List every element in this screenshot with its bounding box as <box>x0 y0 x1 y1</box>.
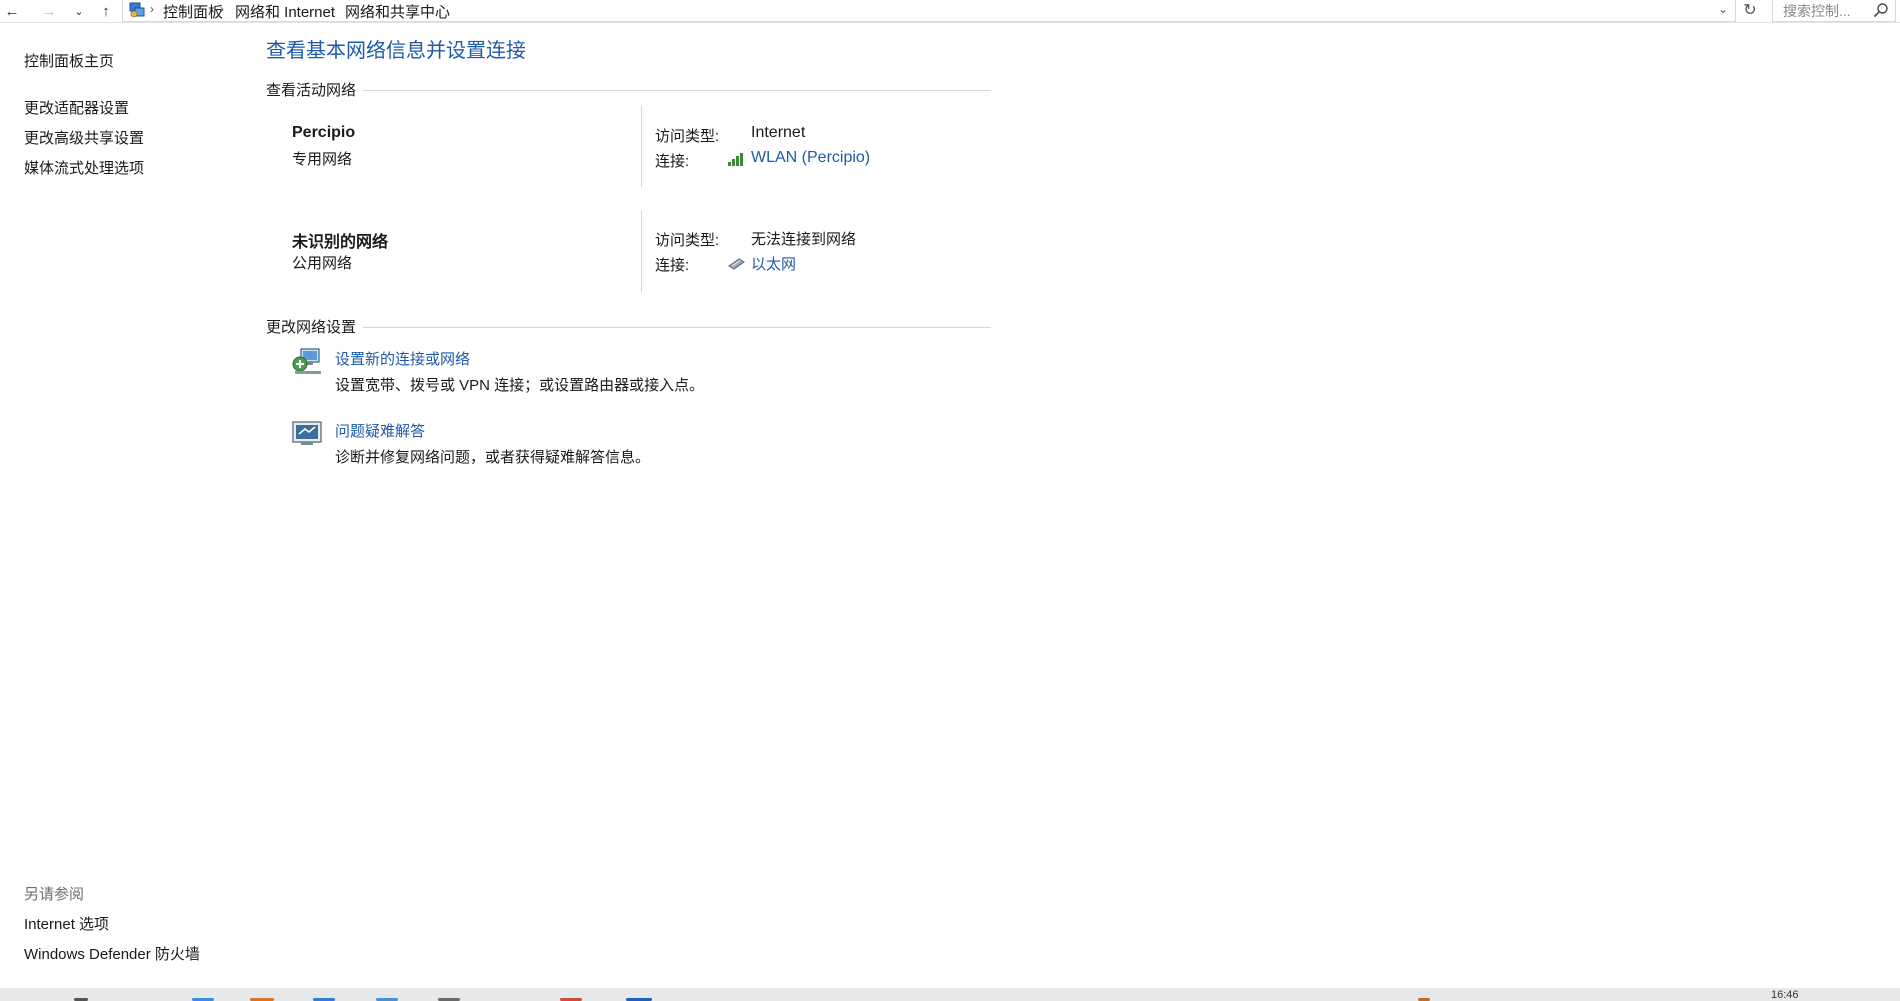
breadcrumb-network-sharing-center[interactable]: 网络和共享中心 <box>345 1 450 22</box>
change-settings-header: 更改网络设置 <box>266 319 357 336</box>
control-panel-icon <box>129 2 145 18</box>
breadcrumb-control-panel[interactable]: 控制面板 <box>163 1 223 22</box>
network-name: 未识别的网络 <box>292 234 389 251</box>
ethernet-connection-link[interactable]: 以太网 <box>751 253 796 274</box>
sidebar-item-media-streaming[interactable]: 媒体流式处理选项 <box>24 157 144 178</box>
network-category: 公用网络 <box>292 255 353 272</box>
see-also-defender-firewall[interactable]: Windows Defender 防火墙 <box>24 943 200 964</box>
up-arrow-icon[interactable]: ↑ <box>95 0 117 22</box>
breadcrumb[interactable]: › 控制面板 › 网络和 Internet › 网络和共享中心 ⌄ <box>122 0 1736 22</box>
left-pane: 控制面板主页 更改适配器设置 更改高级共享设置 媒体流式处理选项 另请参阅 In… <box>0 23 250 988</box>
connection-label: 连接: <box>655 257 690 274</box>
new-connection-link[interactable]: 设置新的连接或网络 <box>335 348 470 369</box>
sidebar-item-advanced-sharing[interactable]: 更改高级共享设置 <box>24 127 144 148</box>
search-input[interactable]: 搜索控制... <box>1772 0 1896 22</box>
network-name: Percipio <box>292 124 356 141</box>
troubleshoot-description: 诊断并修复网络问题，或者获得疑难解答信息。 <box>335 449 651 466</box>
search-icon[interactable] <box>1873 2 1889 18</box>
sidebar-item-adapter-settings[interactable]: 更改适配器设置 <box>24 97 129 118</box>
new-connection-icon <box>292 348 321 374</box>
access-type-value: Internet <box>751 124 806 141</box>
search-placeholder: 搜索控制... <box>1783 3 1851 19</box>
section-divider <box>363 90 991 91</box>
wifi-signal-icon <box>728 153 743 166</box>
access-type-label: 访问类型: <box>655 128 720 145</box>
forward-arrow-icon[interactable]: → <box>38 0 60 22</box>
connection-label: 连接: <box>655 153 690 170</box>
network-divider <box>641 105 642 187</box>
breadcrumb-network-internet[interactable]: 网络和 Internet <box>235 1 335 22</box>
access-type-label: 访问类型: <box>655 232 720 249</box>
page-title: 查看基本网络信息并设置连接 <box>266 40 526 62</box>
new-connection-description: 设置宽带、拨号或 VPN 连接；或设置路由器或接入点。 <box>335 377 705 394</box>
refresh-icon[interactable]: ↻ <box>1738 0 1762 22</box>
address-dropdown-icon[interactable]: ⌄ <box>1713 2 1733 20</box>
section-divider <box>363 327 991 328</box>
address-bar: ← → ⌄ ↑ › 控制面板 › 网络和 Internet › 网络和共享中心 … <box>0 0 1900 23</box>
sidebar-item-control-panel-home[interactable]: 控制面板主页 <box>24 50 114 71</box>
recent-locations-chevron-icon[interactable]: ⌄ <box>68 0 90 22</box>
breadcrumb-separator-icon: › <box>331 2 335 16</box>
taskbar-clock: 16:46 <box>1771 989 1799 1001</box>
breadcrumb-separator-icon: › <box>220 2 224 16</box>
taskbar: 16:46 <box>0 988 1900 1001</box>
see-also-internet-options[interactable]: Internet 选项 <box>24 913 109 934</box>
back-arrow-icon[interactable]: ← <box>1 0 23 22</box>
troubleshoot-link[interactable]: 问题疑难解答 <box>335 420 425 441</box>
troubleshoot-icon <box>292 421 322 445</box>
active-networks-header: 查看活动网络 <box>266 82 357 99</box>
see-also-title: 另请参阅 <box>24 886 85 903</box>
wlan-connection-link[interactable]: WLAN (Percipio) <box>751 149 870 167</box>
network-category: 专用网络 <box>292 151 353 168</box>
network-divider <box>641 210 642 292</box>
ethernet-icon <box>728 258 745 270</box>
access-type-value: 无法连接到网络 <box>751 231 857 248</box>
breadcrumb-separator-icon: › <box>150 2 154 16</box>
